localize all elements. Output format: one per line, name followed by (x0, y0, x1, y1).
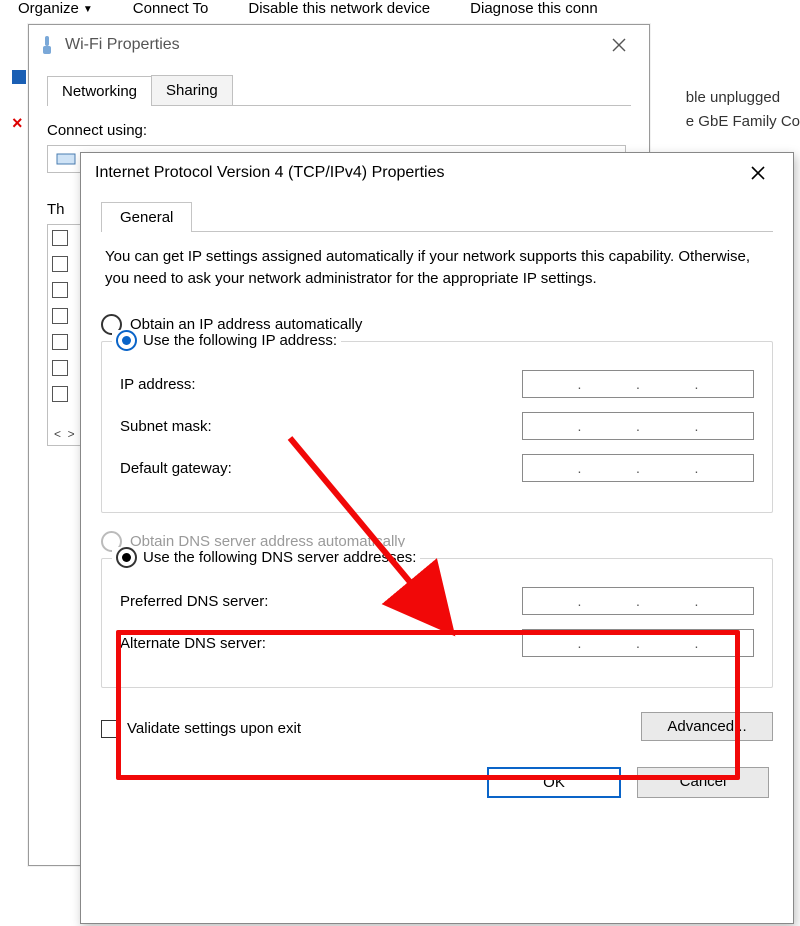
ipv4-intro-text: You can get IP settings assigned automat… (105, 246, 769, 290)
ipv4-title-text: Internet Protocol Version 4 (TCP/IPv4) P… (95, 164, 444, 182)
subnet-mask-input[interactable]: ... (522, 412, 754, 440)
toolbar-organize[interactable]: Organize (18, 0, 93, 26)
toolbar-connect-to[interactable]: Connect To (133, 0, 209, 26)
ip-address-input[interactable]: ... (522, 370, 754, 398)
close-icon (612, 38, 626, 52)
wifi-tabs: Networking Sharing (47, 75, 631, 106)
alternate-dns-label: Alternate DNS server: (120, 635, 266, 652)
connect-using-label: Connect using: (47, 122, 631, 139)
default-gateway-input[interactable]: ... (522, 454, 754, 482)
toolbar-diagnose[interactable]: Diagnose this conn (470, 0, 598, 26)
scroll-arrows-icon[interactable]: < > (54, 427, 75, 441)
ip-address-label: IP address: (120, 376, 196, 393)
background-adapter-text: ble unplugged e GbE Family Co (686, 86, 800, 134)
ip-address-group: Use the following IP address: IP address… (101, 341, 773, 513)
ipv4-properties-window: Internet Protocol Version 4 (TCP/IPv4) P… (80, 152, 794, 924)
background-close-icon: × (12, 116, 26, 130)
alternate-dns-input[interactable]: ... (522, 629, 754, 657)
cancel-button[interactable]: Cancel (637, 767, 769, 798)
tab-sharing[interactable]: Sharing (151, 75, 233, 105)
wifi-titlebar[interactable]: Wi-Fi Properties (29, 25, 649, 65)
default-gateway-label: Default gateway: (120, 460, 232, 477)
wifi-close-button[interactable] (599, 25, 639, 65)
tab-general[interactable]: General (101, 202, 192, 232)
explorer-toolbar: Organize Connect To Disable this network… (0, 0, 800, 26)
ipv4-titlebar[interactable]: Internet Protocol Version 4 (TCP/IPv4) P… (81, 153, 793, 193)
bg-text-line1: ble unplugged (686, 86, 800, 110)
bg-text-line2: e GbE Family Co (686, 110, 800, 134)
ipv4-tabs: General (101, 201, 773, 232)
close-icon (750, 165, 766, 181)
dns-group: Use the following DNS server addresses: … (101, 558, 773, 688)
nic-icon (56, 151, 76, 167)
validate-label: Validate settings upon exit (127, 720, 301, 737)
radio-label: Use the following IP address: (143, 332, 337, 349)
checkbox-icon (101, 720, 119, 738)
ipv4-close-button[interactable] (737, 153, 779, 193)
background-icon (12, 70, 26, 84)
toolbar-disable-device[interactable]: Disable this network device (248, 0, 430, 26)
radio-label: Use the following DNS server addresses: (143, 549, 416, 566)
advanced-button[interactable]: Advanced... (641, 712, 773, 741)
radio-use-dns[interactable]: Use the following DNS server addresses: (112, 547, 420, 568)
ok-button[interactable]: OK (487, 767, 621, 798)
wifi-title-text: Wi-Fi Properties (65, 36, 180, 54)
preferred-dns-label: Preferred DNS server: (120, 593, 268, 610)
radio-use-ip[interactable]: Use the following IP address: (112, 330, 341, 351)
dialog-footer: OK Cancel (101, 767, 773, 798)
subnet-mask-label: Subnet mask: (120, 418, 212, 435)
preferred-dns-input[interactable]: ... (522, 587, 754, 615)
radio-icon (116, 330, 137, 351)
radio-icon (116, 547, 137, 568)
wifi-icon (39, 34, 55, 56)
tab-networking[interactable]: Networking (47, 76, 152, 106)
validate-settings-checkbox[interactable]: Validate settings upon exit (101, 720, 301, 738)
